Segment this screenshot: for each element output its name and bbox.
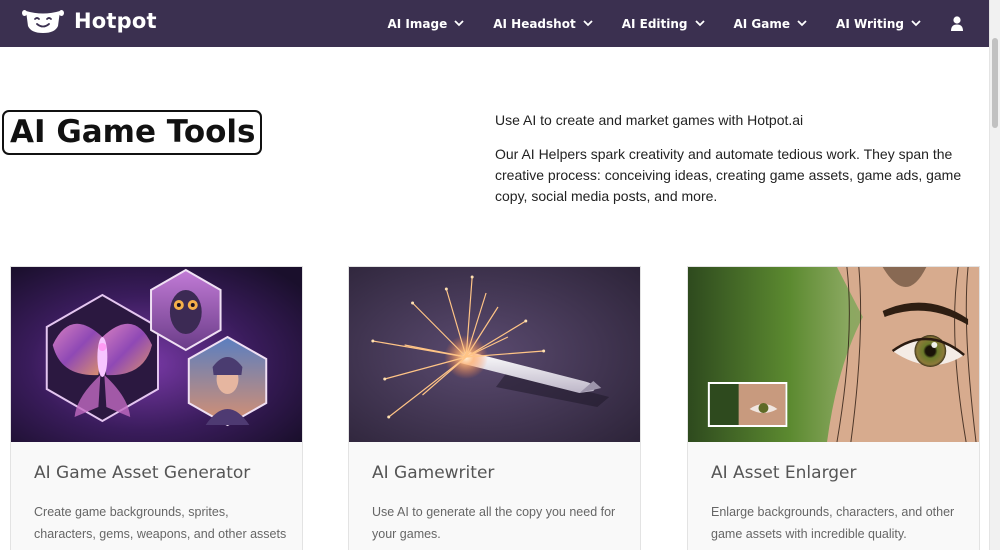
sparkler-pen-image — [349, 267, 640, 442]
card-description: Create game backgrounds, sprites, charac… — [34, 505, 287, 541]
nav-item-label: AI Image — [387, 16, 448, 31]
chevron-down-icon — [694, 20, 705, 27]
main-nav: AI Image AI Headshot AI Editing AI Game … — [358, 0, 963, 47]
chevron-down-icon — [454, 20, 464, 27]
hero-description: Our AI Helpers spark creativity and auto… — [495, 146, 962, 204]
chevron-down-icon — [797, 20, 807, 27]
nav-item-label: AI Editing — [621, 16, 688, 31]
nav-item-ai-editing[interactable]: AI Editing — [622, 17, 705, 31]
card-ai-asset-enlarger[interactable]: AI Asset Enlarger Enlarge backgrounds, c… — [687, 266, 980, 550]
top-navbar: Hotpot AI Image AI Headshot AI Editing A… — [0, 0, 989, 47]
scrollbar-thumb[interactable] — [992, 38, 998, 128]
brand-link[interactable]: Hotpot — [22, 7, 157, 35]
hero-copy: Use AI to create and market games with H… — [495, 110, 965, 220]
card-title: AI Game Asset Generator — [34, 463, 251, 483]
nav-item-label: AI Game — [733, 16, 791, 31]
nav-item-ai-game[interactable]: AI Game — [734, 17, 808, 31]
game-asset-image — [11, 267, 302, 442]
eye-closeup-image — [688, 267, 979, 442]
hero-intro: Use AI to create and market games with H… — [495, 112, 804, 128]
nav-item-label: AI Headshot — [493, 16, 576, 31]
card-ai-game-asset-generator[interactable]: AI Game Asset Generator Create game back… — [10, 266, 303, 550]
card-ai-gamewriter[interactable]: AI Gamewriter Use AI to generate all the… — [348, 266, 641, 550]
user-icon — [951, 16, 963, 31]
card-title: AI Asset Enlarger — [711, 463, 857, 483]
card-description: Enlarge backgrounds, characters, and oth… — [711, 505, 955, 541]
card-title: AI Gamewriter — [372, 463, 495, 483]
page-scrollbar[interactable] — [989, 0, 1000, 550]
nav-item-ai-headshot[interactable]: AI Headshot — [493, 16, 593, 31]
user-account-button[interactable] — [951, 16, 963, 31]
page-title: AI Game Tools — [2, 110, 262, 155]
chevron-down-icon — [583, 20, 593, 27]
card-description: Use AI to generate all the copy you need… — [372, 505, 616, 541]
smiling-pot-icon — [22, 10, 64, 33]
nav-item-ai-image[interactable]: AI Image — [387, 17, 464, 31]
nav-item-label: AI Writing — [836, 16, 904, 31]
nav-item-ai-writing[interactable]: AI Writing — [836, 17, 921, 31]
brand-name: Hotpot — [74, 9, 157, 33]
chevron-down-icon — [911, 20, 921, 27]
